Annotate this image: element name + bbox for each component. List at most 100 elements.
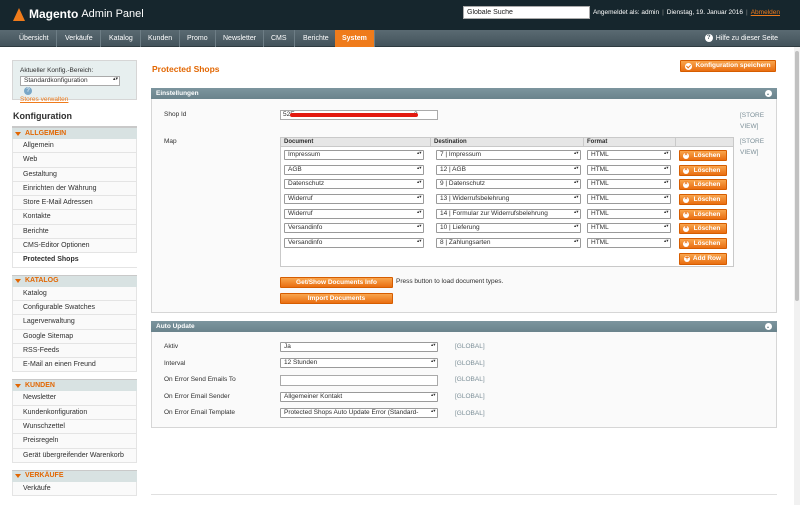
- settings-section-header[interactable]: Einstellungen: [151, 88, 777, 99]
- delete-label: Löschen: [693, 152, 721, 159]
- sidebar-item[interactable]: Configurable Swatches: [12, 300, 137, 316]
- sidebar-item[interactable]: RSS-Feeds: [12, 343, 137, 359]
- magento-logo[interactable]: Magento Admin Panel: [13, 7, 144, 21]
- error-sender-select[interactable]: Allgemeiner Kontakt: [280, 392, 438, 402]
- delete-label: Löschen: [693, 196, 721, 203]
- error-emails-input[interactable]: [280, 375, 438, 386]
- sidebar-group-kunden: KUNDEN Newsletter Kundenkonfiguration Wu…: [12, 379, 137, 463]
- expand-arrow-icon: [15, 383, 21, 388]
- auto-update-section-header[interactable]: Auto Update: [151, 321, 777, 332]
- sidebar-item[interactable]: Kundenkonfiguration: [12, 405, 137, 421]
- nav-kunden[interactable]: Kunden: [141, 30, 181, 47]
- delete-row-button[interactable]: Löschen: [679, 165, 727, 176]
- interval-select[interactable]: 12 Stunden: [280, 358, 438, 368]
- logout-link[interactable]: Abmelden: [751, 9, 780, 16]
- group-title: VERKÄUFE: [25, 472, 64, 480]
- error-sender-label: On Error Email Sender: [164, 393, 230, 400]
- nav-system[interactable]: System: [335, 30, 375, 47]
- collapse-icon[interactable]: [765, 323, 772, 330]
- destination-select[interactable]: 7 | Impressum: [436, 150, 581, 160]
- nav-cms[interactable]: CMS: [264, 30, 295, 47]
- format-select[interactable]: HTML: [587, 165, 671, 175]
- help-link[interactable]: ? Hilfe zu dieser Seite: [704, 34, 778, 42]
- nav-katalog[interactable]: Katalog: [102, 30, 141, 47]
- scope-select[interactable]: Standardkonfiguration: [20, 76, 120, 86]
- sidebar-item[interactable]: Einrichten der Währung: [12, 181, 137, 197]
- help-icon: ?: [704, 34, 713, 42]
- import-documents-button[interactable]: Import Documents: [280, 293, 393, 304]
- sidebar-item[interactable]: Verkäufe: [12, 481, 137, 497]
- sidebar-item[interactable]: Web: [12, 153, 137, 168]
- document-select[interactable]: Datenschutz: [284, 179, 424, 189]
- sidebar-item[interactable]: CMS-Editor Optionen: [12, 239, 137, 254]
- add-row-button[interactable]: Add Row: [679, 253, 727, 265]
- sidebar-group-head[interactable]: KUNDEN: [12, 379, 137, 392]
- sidebar-item[interactable]: Preisregeln: [12, 434, 137, 449]
- delete-row-button[interactable]: Löschen: [679, 238, 727, 249]
- destination-select[interactable]: 14 | Formular zur Widerrufsbelehrung: [436, 209, 581, 219]
- destination-select[interactable]: 10 | Lieferung: [436, 223, 581, 233]
- save-config-button[interactable]: Konfiguration speichern: [680, 60, 776, 72]
- nav-verkaeufe[interactable]: Verkäufe: [58, 30, 101, 47]
- delete-row-button[interactable]: Löschen: [679, 194, 727, 205]
- sidebar-item[interactable]: Gestaltung: [12, 167, 137, 182]
- sidebar-item[interactable]: Lagerverwaltung: [12, 315, 137, 330]
- delete-label: Löschen: [693, 211, 721, 218]
- sidebar-item[interactable]: Kontakte: [12, 210, 137, 225]
- get-documents-button[interactable]: Get/Show Documents Info: [280, 277, 393, 288]
- format-select[interactable]: HTML: [587, 238, 671, 248]
- sidebar-group-head[interactable]: KATALOG: [12, 274, 137, 287]
- sidebar-item[interactable]: Store E-Mail Adressen: [12, 196, 137, 211]
- sidebar-item[interactable]: Katalog: [12, 286, 137, 301]
- save-config-label: Konfiguration speichern: [695, 62, 771, 69]
- sidebar-group-head[interactable]: VERKÄUFE: [12, 469, 137, 482]
- nav-newsletter[interactable]: Newsletter: [216, 30, 265, 47]
- destination-select[interactable]: 13 | Widerrufsbelehrung: [436, 194, 581, 204]
- sidebar-item[interactable]: E-Mail an einen Freund: [12, 358, 137, 373]
- global-search-input[interactable]: [463, 6, 590, 19]
- sidebar-item[interactable]: Google Sitemap: [12, 329, 137, 344]
- expand-arrow-icon: [15, 279, 21, 284]
- destination-select[interactable]: 12 | AGB: [436, 165, 581, 175]
- sidebar-item-protected-shops[interactable]: Protected Shops: [12, 253, 137, 268]
- shop-id-label: Shop Id: [164, 111, 187, 118]
- delete-row-button[interactable]: Löschen: [679, 209, 727, 220]
- nav-berichte[interactable]: Berichte: [296, 30, 337, 47]
- sidebar-item[interactable]: Allgemein: [12, 139, 137, 154]
- map-header-document: Document: [281, 138, 431, 147]
- collapse-icon[interactable]: [765, 90, 772, 97]
- format-select[interactable]: HTML: [587, 194, 671, 204]
- destination-select[interactable]: 8 | Zahlungsarten: [436, 238, 581, 248]
- sidebar-item[interactable]: Newsletter: [12, 391, 137, 406]
- aktiv-select[interactable]: Ja: [280, 342, 438, 352]
- sidebar-item[interactable]: Gerät übergreifender Warenkorb: [12, 448, 137, 463]
- scrollbar-thumb[interactable]: [795, 51, 799, 301]
- format-select[interactable]: HTML: [587, 223, 671, 233]
- group-title: ALLGEMEIN: [25, 129, 67, 137]
- delete-row-button[interactable]: Löschen: [679, 223, 727, 234]
- redaction-mark: [290, 113, 418, 117]
- document-select[interactable]: Versandinfo: [284, 223, 424, 233]
- global-tag: [GLOBAL]: [455, 360, 485, 367]
- global-tag: [GLOBAL]: [455, 376, 485, 383]
- format-select[interactable]: HTML: [587, 150, 671, 160]
- delete-icon: [683, 196, 689, 203]
- format-select[interactable]: HTML: [587, 209, 671, 219]
- nav-uebersicht[interactable]: Übersicht: [12, 30, 57, 47]
- document-select[interactable]: Impressum: [284, 150, 424, 160]
- error-template-select[interactable]: Protected Shops Auto Update Error (Stand…: [280, 408, 438, 418]
- document-select[interactable]: Widerruf: [284, 209, 424, 219]
- document-select[interactable]: AGB: [284, 165, 424, 175]
- document-select[interactable]: Versandinfo: [284, 238, 424, 248]
- sidebar-item[interactable]: Wunschzettel: [12, 420, 137, 435]
- destination-select[interactable]: 9 | Datenschutz: [436, 179, 581, 189]
- format-select[interactable]: HTML: [587, 179, 671, 189]
- scope-help-icon[interactable]: ?: [24, 87, 32, 95]
- page-scrollbar[interactable]: [794, 47, 800, 505]
- document-select[interactable]: Widerruf: [284, 194, 424, 204]
- delete-row-button[interactable]: Löschen: [679, 179, 727, 190]
- delete-row-button[interactable]: Löschen: [679, 150, 727, 161]
- sidebar-group-head[interactable]: ALLGEMEIN: [12, 127, 137, 139]
- sidebar-item[interactable]: Berichte: [12, 224, 137, 240]
- nav-promo[interactable]: Promo: [180, 30, 216, 47]
